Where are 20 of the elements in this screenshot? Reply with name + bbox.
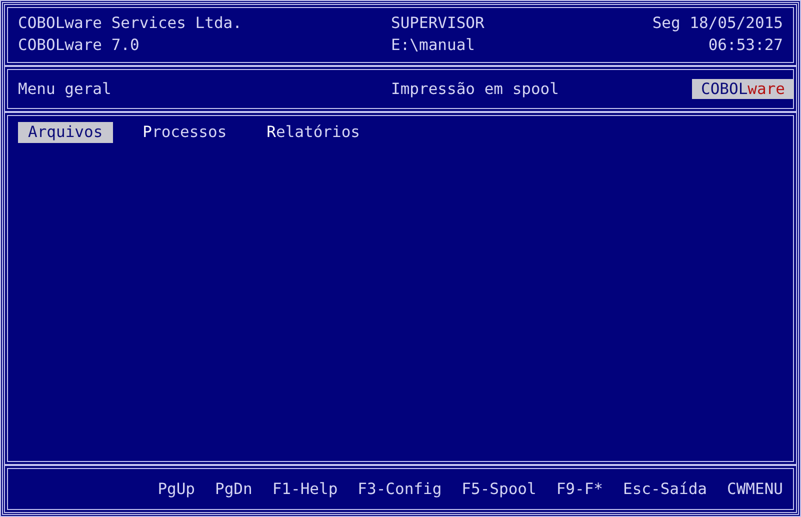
- key-hint[interactable]: PgUp: [158, 480, 196, 498]
- key-hint[interactable]: F1-Help: [272, 480, 338, 498]
- user-name: SUPERVISOR: [391, 14, 484, 33]
- key-hint[interactable]: PgDn: [215, 480, 252, 498]
- menu-item[interactable]: Arquivos: [18, 122, 113, 143]
- company-name: COBOLware Services Ltda.: [18, 14, 242, 33]
- key-hint[interactable]: F9-F*: [556, 480, 603, 498]
- menu-title: Menu geral: [18, 80, 112, 98]
- time-label: 06:53:27: [708, 36, 783, 55]
- menu-item[interactable]: Relatórios: [256, 122, 370, 143]
- date-label: Seg 18/05/2015: [652, 14, 783, 33]
- key-hint[interactable]: F3-Config: [358, 480, 442, 498]
- logo: COBOLware: [692, 79, 794, 99]
- key-hint[interactable]: CWMENU: [727, 480, 783, 498]
- function-title: Impressão em spool: [391, 80, 560, 98]
- key-hint[interactable]: Esc-Saída: [623, 480, 707, 498]
- key-hint[interactable]: F5-Spool: [462, 480, 536, 498]
- path-label: E:\manual: [391, 36, 475, 55]
- menu-item[interactable]: Processos: [132, 122, 237, 143]
- version-label: COBOLware 7.0: [18, 36, 140, 55]
